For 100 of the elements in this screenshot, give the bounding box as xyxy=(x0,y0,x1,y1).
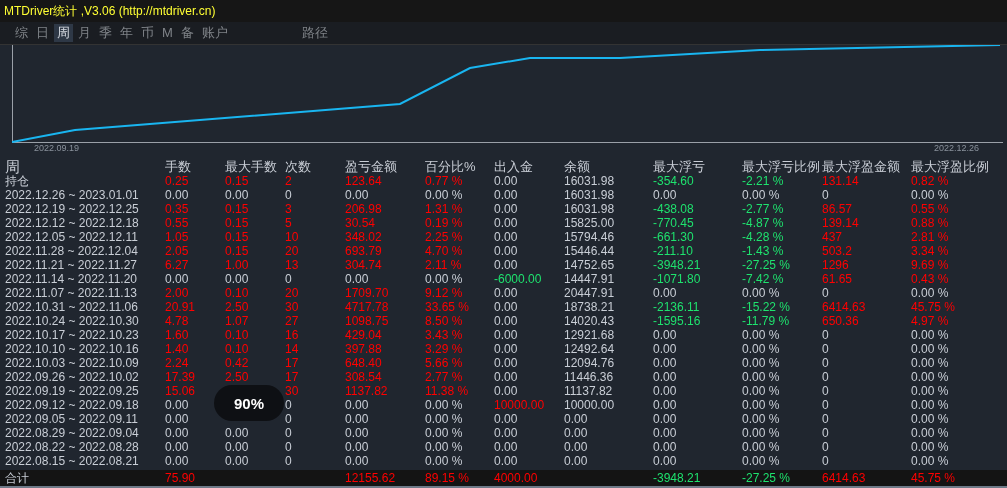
row-label: 合计 xyxy=(5,471,29,485)
table-cell: 6414.63 xyxy=(822,300,866,314)
table-cell: 0.00 xyxy=(494,384,518,398)
table-cell: 1.31 % xyxy=(425,202,463,216)
tab[interactable]: 日 xyxy=(33,24,52,42)
table-cell: 0.00 xyxy=(494,370,518,384)
table-cell: 0.00 xyxy=(653,286,677,300)
table-cell: 0.00 xyxy=(345,272,369,286)
tab[interactable]: 月 xyxy=(75,24,94,42)
table-cell: 0.25 xyxy=(165,174,189,188)
table-cell: 12155.62 xyxy=(345,471,396,485)
table-cell: 0 xyxy=(822,426,829,440)
table-cell: 397.88 xyxy=(345,342,382,356)
column-header: 最大浮亏 xyxy=(653,159,705,174)
row-label: 2022.10.03 ~ 2022.10.09 xyxy=(5,356,139,370)
table-cell: -211.10 xyxy=(653,244,693,258)
table-cell: 10000.00 xyxy=(564,398,615,412)
table-cell: 0.00 % xyxy=(911,454,949,468)
table-cell: 693.79 xyxy=(345,244,382,258)
table-cell: 0.00 % xyxy=(911,342,949,356)
table-cell: 45.75 % xyxy=(911,300,956,314)
table-cell: 0.00 xyxy=(165,440,189,454)
zoom-indicator: 90% xyxy=(214,385,284,421)
table-cell: 0.00 xyxy=(653,356,677,370)
table-cell: 14020.43 xyxy=(564,314,615,328)
table-cell: 0.15 xyxy=(225,216,249,230)
row-label: 2022.12.19 ~ 2022.12.25 xyxy=(5,202,139,216)
table-cell: 14 xyxy=(285,342,299,356)
row-label: 2022.10.10 ~ 2022.10.16 xyxy=(5,342,139,356)
column-header: 出入金 xyxy=(494,159,533,174)
table-cell: 0.00 xyxy=(564,440,588,454)
table-cell: -4.28 % xyxy=(742,230,784,244)
table-cell: 0.00 % xyxy=(742,454,780,468)
table-cell: 0.00 xyxy=(225,440,249,454)
row-label: 2022.08.29 ~ 2022.09.04 xyxy=(5,426,139,440)
table-cell: 3 xyxy=(285,202,292,216)
tab[interactable]: 备 xyxy=(177,24,197,42)
table-cell: 0.00 xyxy=(494,440,518,454)
table-cell: 6414.63 xyxy=(822,471,866,485)
tab[interactable]: 周 xyxy=(54,24,73,42)
column-header: 最大浮盈比例 xyxy=(911,159,989,174)
table-cell: 1137.82 xyxy=(345,384,388,398)
table-cell: 0 xyxy=(822,398,829,412)
table-cell: 0.00 xyxy=(345,398,369,412)
row-label: 2022.10.17 ~ 2022.10.23 xyxy=(5,328,139,342)
table-cell: 0.00 % xyxy=(911,188,949,202)
tab[interactable]: M xyxy=(159,24,176,42)
table-cell: -1071.80 xyxy=(653,272,701,286)
row-label: 2022.08.22 ~ 2022.08.28 xyxy=(5,440,139,454)
table-cell: 0.00 xyxy=(225,188,249,202)
row-label: 2022.09.19 ~ 2022.09.25 xyxy=(5,384,139,398)
table-cell: 0.00 xyxy=(653,384,677,398)
tab[interactable]: 季 xyxy=(96,24,115,42)
table-cell: 0.15 xyxy=(225,202,249,216)
table-cell: 8.50 % xyxy=(425,314,463,328)
table-cell: 45.75 % xyxy=(911,471,956,485)
table-cell: 0.00 % xyxy=(911,370,949,384)
tab[interactable]: 年 xyxy=(117,24,136,42)
table-cell: -2.77 % xyxy=(742,202,784,216)
table-cell: 0.00 % xyxy=(742,412,780,426)
row-label: 2022.12.12 ~ 2022.12.18 xyxy=(5,216,139,230)
table-cell: 1.60 xyxy=(165,328,189,342)
table-cell: -354.60 xyxy=(653,174,694,188)
tab[interactable]: 综 xyxy=(12,24,31,42)
row-label: 2022.09.26 ~ 2022.10.02 xyxy=(5,370,139,384)
column-header: 手数 xyxy=(165,159,191,174)
table-cell: 0.00 % xyxy=(911,356,949,370)
row-label: 2022.11.21 ~ 2022.11.27 xyxy=(5,258,137,272)
table-cell: 0.88 % xyxy=(911,216,949,230)
table-cell: 437 xyxy=(822,230,843,244)
table-cell: 86.57 xyxy=(822,202,853,216)
table-cell: 20 xyxy=(285,244,299,258)
table-cell: 0.15 xyxy=(225,174,249,188)
table-cell: -3948.21 xyxy=(653,258,701,272)
table-cell: 139.14 xyxy=(822,216,859,230)
table-cell: 0.00 xyxy=(225,426,249,440)
table-cell: 0.00 xyxy=(653,370,677,384)
table-cell: 0 xyxy=(822,188,829,202)
table-cell: 0.00 xyxy=(653,412,677,426)
table-cell: 0.00 xyxy=(564,426,588,440)
table-cell: -11.79 % xyxy=(742,314,790,328)
table-cell: 0.00 xyxy=(494,412,518,426)
table-cell: 0.00 % xyxy=(742,342,780,356)
table-cell: 6.27 xyxy=(165,258,189,272)
table-cell: 0.00 xyxy=(345,440,369,454)
tab[interactable]: 账户 xyxy=(198,24,231,42)
table-cell: 0.55 % xyxy=(911,202,949,216)
table-cell: 0 xyxy=(822,286,829,300)
table-cell: 123.64 xyxy=(345,174,382,188)
table-cell: 0.00 % xyxy=(742,384,780,398)
table-cell: 648.40 xyxy=(345,356,382,370)
table-cell: 0.00 xyxy=(165,426,189,440)
table-cell: -770.45 xyxy=(653,216,694,230)
row-label: 2022.10.24 ~ 2022.10.30 xyxy=(5,314,139,328)
table-cell: 0.00 xyxy=(345,454,369,468)
path-button[interactable]: 路径 xyxy=(298,24,331,42)
table-cell: 348.02 xyxy=(345,230,382,244)
table-cell: 0.00 % xyxy=(742,328,780,342)
table-cell: 5.66 % xyxy=(425,356,463,370)
tab[interactable]: 币 xyxy=(138,24,157,42)
